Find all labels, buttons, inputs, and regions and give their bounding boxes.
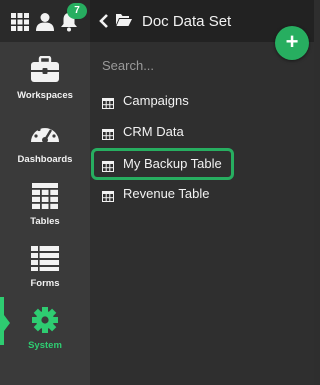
data-set-panel: Doc Data Set + Campaigns CRM Data — [90, 0, 314, 385]
table-icon — [102, 189, 114, 202]
table-icon — [102, 96, 114, 109]
nav-tables[interactable]: Tables — [0, 182, 90, 240]
list-item-label: My Backup Table — [123, 156, 222, 171]
list-item-label: CRM Data — [123, 124, 184, 139]
panel-title: Doc Data Set — [142, 13, 232, 30]
nav-label: Forms — [30, 278, 60, 289]
nav-system[interactable]: System — [0, 306, 90, 364]
gauge-icon — [30, 120, 60, 150]
search-input[interactable] — [102, 56, 262, 74]
nav-label: Tables — [30, 216, 60, 227]
briefcase-icon — [30, 55, 60, 86]
table-icon — [102, 159, 114, 172]
list-item-campaigns[interactable]: Campaigns — [90, 87, 314, 117]
list-item-crm-data[interactable]: CRM Data — [90, 118, 314, 148]
nav-dashboards[interactable]: Dashboards — [0, 120, 90, 178]
notification-badge: 7 — [67, 3, 87, 19]
list-item-my-backup-table[interactable]: My Backup Table — [91, 148, 234, 180]
nav-workspaces[interactable]: Workspaces — [0, 55, 90, 114]
left-rail: 7 Workspaces Dashboards Tables Forms Sys… — [0, 0, 90, 385]
gear-icon — [30, 306, 60, 336]
chevron-left-icon[interactable] — [99, 14, 109, 28]
folder-open-icon — [116, 13, 132, 27]
user-icon[interactable] — [36, 12, 56, 32]
nav-label: Workspaces — [17, 90, 73, 101]
nav-label: System — [28, 340, 62, 351]
table-icon — [102, 127, 114, 140]
nav-label: Dashboards — [17, 154, 73, 165]
rail-top-bar: 7 — [0, 0, 90, 42]
add-button[interactable]: + — [275, 26, 309, 60]
table-grid-icon — [30, 182, 60, 212]
nav-forms[interactable]: Forms — [0, 244, 90, 302]
list-item-label: Revenue Table — [123, 186, 210, 201]
apps-grid-icon[interactable] — [10, 12, 30, 32]
list-item-label: Campaigns — [123, 93, 189, 108]
list-icon — [30, 244, 60, 274]
list-item-revenue-table[interactable]: Revenue Table — [90, 180, 314, 210]
